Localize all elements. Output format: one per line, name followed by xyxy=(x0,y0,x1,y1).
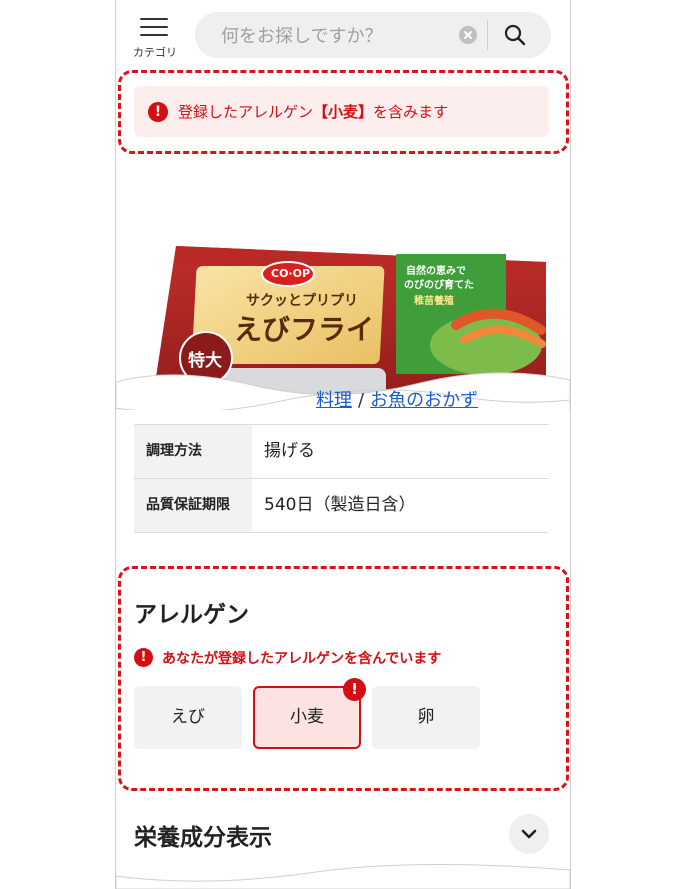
clear-icon[interactable] xyxy=(459,26,477,44)
breadcrumb-link-cooking[interactable]: 料理 xyxy=(316,390,352,411)
header: カテゴリ xyxy=(116,0,570,70)
hamburger-icon-bar xyxy=(140,26,168,28)
chevron-down-icon xyxy=(521,829,537,839)
hamburger-icon xyxy=(140,18,168,20)
phone-screen: カテゴリ ! 登録したアレルゲン【小麦】を含みます xyxy=(115,0,571,889)
breadcrumb-link-fish[interactable]: お魚のおかず xyxy=(370,390,478,411)
nutrition-section-title: 栄養成分表示 xyxy=(134,825,272,851)
side-note-2: のびのび育てた xyxy=(404,280,474,291)
side-note-1: 自然の恵みで xyxy=(406,266,466,277)
search-divider xyxy=(487,20,488,50)
search-icon[interactable] xyxy=(503,23,527,47)
row-key: 品質保証期限 xyxy=(134,479,252,532)
allergen-warning: ! あなたが登録したアレルゲンを含んでいます xyxy=(134,647,441,668)
category-menu-button[interactable]: カテゴリ xyxy=(130,14,180,59)
row-key: 調理方法 xyxy=(134,425,252,478)
allergen-alert: ! 登録したアレルゲン【小麦】を含みます xyxy=(134,86,549,137)
bottom-torn-edge xyxy=(116,863,570,889)
warning-icon: ! xyxy=(134,648,153,667)
alert-text: 登録したアレルゲン【小麦】を含みます xyxy=(178,103,449,121)
breadcrumb-separator: / xyxy=(358,390,365,411)
allergen-chip-shrimp[interactable]: えび xyxy=(134,686,242,749)
hamburger-icon-bar xyxy=(140,34,168,36)
table-row: 調理方法 揚げる xyxy=(134,424,549,478)
matched-allergen-badge: ! xyxy=(343,678,366,701)
allergen-warning-text: あなたが登録したアレルゲンを含んでいます xyxy=(162,650,442,667)
nutrition-expand-button[interactable] xyxy=(509,814,549,854)
row-value: 揚げる xyxy=(264,441,315,461)
allergen-section-title: アレルゲン xyxy=(134,602,249,628)
product-catch: サクッとプリプリ xyxy=(246,293,358,309)
product-details-table: 調理方法 揚げる 品質保証期限 540日（製造日含） xyxy=(134,424,549,533)
category-menu-label: カテゴリ xyxy=(133,46,177,59)
product-name: えびフライ xyxy=(234,313,375,346)
search-bar xyxy=(195,12,551,60)
alert-icon: ! xyxy=(148,102,168,122)
brand-logo: CO·OP xyxy=(271,267,311,280)
table-row: 品質保証期限 540日（製造日含） xyxy=(134,478,549,533)
row-value: 540日（製造日含） xyxy=(264,495,416,515)
search-input[interactable] xyxy=(219,12,453,60)
side-note-3: 稚苗養殖 xyxy=(414,296,454,307)
allergen-chip-egg[interactable]: 卵 xyxy=(372,686,480,749)
breadcrumb: 料理 / お魚のおかず xyxy=(316,386,478,412)
